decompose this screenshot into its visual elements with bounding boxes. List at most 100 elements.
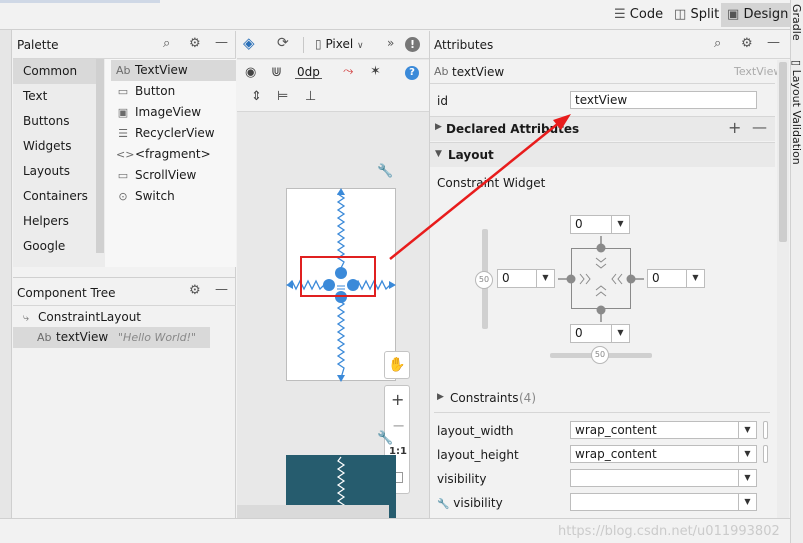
left-tool-gutter	[0, 30, 12, 518]
pack-icon[interactable]: ⇕	[251, 90, 262, 103]
orientation-icon[interactable]: ⟳	[277, 36, 289, 50]
design-horizontal-scrollbar[interactable]	[237, 505, 389, 518]
constraint-lines	[558, 236, 644, 322]
dropdown-arrow-icon: ▼	[536, 270, 554, 287]
zoom-in-button[interactable]: +	[391, 392, 404, 408]
palette-title: Palette	[17, 38, 59, 52]
palette-category[interactable]: Buttons	[13, 109, 105, 134]
palette-category[interactable]: Containers	[13, 184, 105, 209]
wrench-icon[interactable]: 🔧	[377, 165, 393, 178]
button-icon: ▭	[117, 85, 129, 98]
remove-attribute-button[interactable]: —	[752, 120, 767, 135]
palette-category[interactable]: Text	[13, 84, 105, 109]
selection-highlight-box	[300, 256, 376, 297]
code-mode-button[interactable]: ☰ Code	[614, 8, 663, 21]
pan-hand-icon[interactable]: ✋	[384, 351, 410, 379]
warning-icon[interactable]: !	[405, 37, 420, 52]
clear-constraints-icon[interactable]: ⤳	[343, 65, 353, 78]
view-mode-bar: ☰ Code ◫ Split ▣ Design	[0, 0, 795, 30]
palette-category[interactable]: Common	[13, 59, 96, 84]
margin-right-dropdown[interactable]: 0 ▼	[647, 269, 705, 288]
palette-item[interactable]: ▣ ImageView	[116, 102, 201, 123]
align-icon[interactable]: ⊨	[277, 90, 288, 103]
id-field[interactable]: textView	[570, 91, 757, 109]
palette-item[interactable]: <><fragment>	[116, 144, 211, 165]
wrench-icon: 🔧	[437, 499, 450, 510]
dropdown-arrow-icon: ▼	[738, 470, 756, 486]
visibility-dropdown[interactable]: ▼	[570, 469, 757, 487]
guidelines-icon[interactable]: ⊥	[305, 90, 316, 103]
layout-height-label: layout_height	[437, 448, 519, 462]
search-icon[interactable]: ⌕	[163, 37, 170, 50]
margin-bottom-dropdown[interactable]: 0 ▼	[570, 324, 630, 343]
phone-icon: ▯	[315, 37, 322, 51]
attributes-scrollbar-track[interactable]	[777, 60, 789, 518]
component-tree-title: Component Tree	[17, 286, 116, 300]
split-mode-button[interactable]: ◫ Split	[674, 8, 719, 21]
overflow-icon[interactable]: »	[387, 37, 394, 49]
minimize-icon[interactable]: —	[215, 283, 228, 296]
palette-item[interactable]: Ab TextView	[111, 60, 236, 81]
textview-icon: Ab	[116, 64, 131, 77]
device-selector[interactable]: ▯ Pixel ∨	[315, 38, 364, 51]
palette-category[interactable]: Widgets	[13, 134, 105, 159]
vertical-bias-handle[interactable]: 50	[475, 271, 493, 289]
tree-child-textview[interactable]: Ab textView "Hello World!"	[13, 327, 210, 348]
palette-category[interactable]: Layouts	[13, 159, 105, 184]
magnet-icon[interactable]: ⋓	[271, 66, 282, 79]
attributes-scrollbar-thumb[interactable]	[779, 62, 787, 242]
zoom-out-button[interactable]: −	[392, 418, 405, 434]
chevron-right-icon: ▶	[435, 122, 442, 132]
layout-validation-tab[interactable]: ▯ Layout Validation	[790, 60, 803, 165]
default-margin-field[interactable]: 0dp	[295, 66, 322, 79]
gear-icon[interactable]: ⚙	[189, 37, 201, 50]
margin-top-dropdown[interactable]: 0 ▼	[570, 215, 630, 234]
attributes-title: Attributes	[434, 38, 494, 52]
add-attribute-button[interactable]: +	[728, 120, 741, 136]
gear-icon[interactable]: ⚙	[189, 284, 201, 297]
design-mode-button[interactable]: ▣ Design	[721, 3, 795, 27]
palette-item[interactable]: ☰ RecyclerView	[116, 123, 215, 144]
palette-item[interactable]: ▭ ScrollView	[116, 165, 197, 186]
wrench-icon[interactable]: 🔧	[377, 432, 393, 445]
id-label: id	[437, 94, 448, 108]
dropdown-arrow-icon: ▼	[611, 325, 629, 342]
palette-item[interactable]: ▭ Button	[116, 81, 175, 102]
palette-category[interactable]: Google	[13, 234, 105, 259]
component-type: TextView	[734, 65, 783, 78]
declared-attributes-section[interactable]: ▶ Declared Attributes + —	[430, 117, 775, 141]
layers-icon[interactable]: ◈	[243, 36, 255, 51]
constraint-widget-label: Constraint Widget	[437, 176, 546, 190]
palette-item[interactable]: ⊙ Switch	[116, 186, 174, 207]
layout-width-dropdown[interactable]: wrap_content ▼	[570, 421, 757, 439]
design-icon: ▣	[727, 7, 740, 22]
dropdown-arrow-icon: ▼	[686, 270, 704, 287]
tools-visibility-label: 🔧 visibility	[437, 496, 503, 510]
attributes-header: Attributes ⌕ ⚙ —	[430, 31, 790, 59]
constraints-section[interactable]: ▶ Constraints (4)	[437, 390, 637, 406]
gear-icon[interactable]: ⚙	[741, 37, 753, 50]
minimize-icon[interactable]: —	[215, 36, 228, 49]
minimize-icon[interactable]: —	[767, 36, 780, 49]
switch-icon: ⊙	[118, 190, 128, 203]
tree-root[interactable]: ⤷ ConstraintLayout	[19, 307, 141, 328]
layout-width-picker[interactable]	[763, 421, 768, 439]
gradle-tab[interactable]: Gradle	[790, 4, 803, 41]
status-bar: https://blog.csdn.net/u011993802	[0, 518, 790, 543]
palette-category[interactable]: Helpers	[13, 209, 105, 234]
tools-visibility-dropdown[interactable]: ▼	[570, 493, 757, 511]
textview-icon: Ab	[37, 331, 52, 344]
chevron-down-icon: ▼	[435, 149, 442, 159]
eye-icon[interactable]: ◉	[245, 66, 256, 79]
infer-constraints-icon[interactable]: ✶	[370, 65, 381, 78]
horizontal-bias-handle[interactable]: 50	[591, 346, 609, 364]
margin-left-dropdown[interactable]: 0 ▼	[497, 269, 555, 288]
layout-height-picker[interactable]	[763, 445, 768, 463]
textview-icon: Ab	[434, 65, 449, 78]
image-icon: ▣	[117, 106, 129, 119]
help-icon[interactable]: ?	[405, 66, 419, 80]
layout-section[interactable]: ▼ Layout	[430, 142, 775, 167]
layout-height-dropdown[interactable]: wrap_content ▼	[570, 445, 757, 463]
dropdown-arrow-icon: ▼	[611, 216, 629, 233]
search-icon[interactable]: ⌕	[714, 37, 721, 50]
